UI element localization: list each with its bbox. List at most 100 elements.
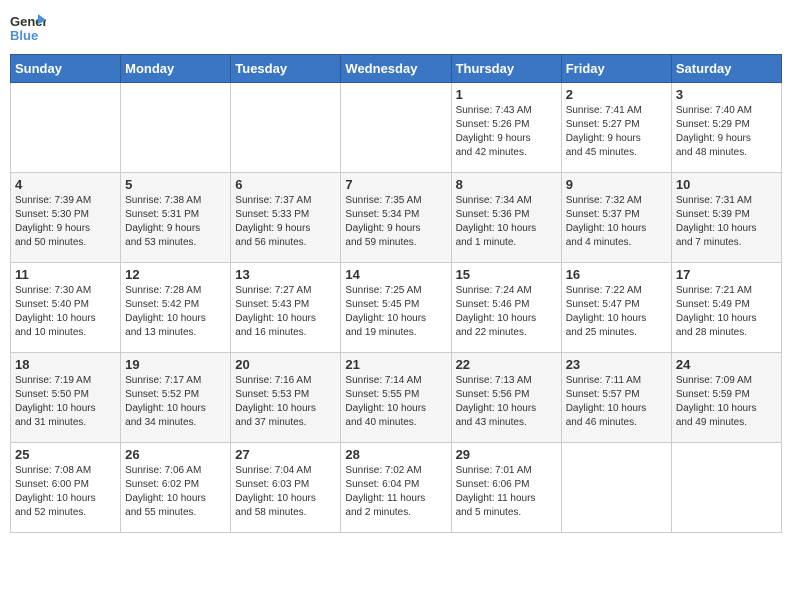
day-info: Sunrise: 7:38 AM Sunset: 5:31 PM Dayligh…	[125, 194, 226, 250]
day-number: 16	[566, 267, 667, 282]
weekday-header-row: SundayMondayTuesdayWednesdayThursdayFrid…	[11, 55, 782, 83]
calendar-week-4: 18 Sunrise: 7:19 AM Sunset: 5:50 PM Dayli…	[11, 353, 782, 443]
day-info: Sunrise: 7:37 AM Sunset: 5:33 PM Dayligh…	[235, 194, 336, 250]
calendar-cell: 1Sunrise: 7:43 AM Sunset: 5:26 PM Daylig…	[451, 83, 561, 173]
day-number: 27	[235, 447, 336, 462]
calendar-week-3: 11Sunrise: 7:30 AM Sunset: 5:40 PM Dayli…	[11, 263, 782, 353]
weekday-header-saturday: Saturday	[671, 55, 781, 83]
calendar-cell: 10 Sunrise: 7:31 AM Sunset: 5:39 PM Dayli…	[671, 173, 781, 263]
calendar-header: SundayMondayTuesdayWednesdayThursdayFrid…	[11, 55, 782, 83]
day-info: Sunrise: 7:35 AM Sunset: 5:34 PM Dayligh…	[345, 194, 446, 250]
calendar-table: SundayMondayTuesdayWednesdayThursdayFrid…	[10, 54, 782, 533]
day-info: Sunrise: 7:08 AM Sunset: 6:00 PM Dayligh…	[15, 464, 116, 520]
day-number: 17	[676, 267, 777, 282]
day-number: 13	[235, 267, 336, 282]
day-info: Sunrise: 7:21 AM Sunset: 5:49 PM Dayligh…	[676, 284, 777, 340]
day-info: Sunrise: 7:28 AM Sunset: 5:42 PM Dayligh…	[125, 284, 226, 340]
calendar-cell	[671, 443, 781, 533]
calendar-cell: 27 Sunrise: 7:04 AM Sunset: 6:03 PM Dayli…	[231, 443, 341, 533]
day-info: Sunrise: 7:11 AM Sunset: 5:57 PM Dayligh…	[566, 374, 667, 430]
day-number: 29	[456, 447, 557, 462]
calendar-cell: 19 Sunrise: 7:17 AM Sunset: 5:52 PM Dayli…	[121, 353, 231, 443]
weekday-header-friday: Friday	[561, 55, 671, 83]
calendar-cell: 12 Sunrise: 7:28 AM Sunset: 5:42 PM Dayli…	[121, 263, 231, 353]
day-number: 9	[566, 177, 667, 192]
day-number: 2	[566, 87, 667, 102]
day-number: 3	[676, 87, 777, 102]
calendar-cell: 21Sunrise: 7:14 AM Sunset: 5:55 PM Dayli…	[341, 353, 451, 443]
day-info: Sunrise: 7:02 AM Sunset: 6:04 PM Dayligh…	[345, 464, 446, 520]
weekday-header-wednesday: Wednesday	[341, 55, 451, 83]
calendar-cell	[11, 83, 121, 173]
day-number: 12	[125, 267, 226, 282]
day-info: Sunrise: 7:41 AM Sunset: 5:27 PM Dayligh…	[566, 104, 667, 160]
day-info: Sunrise: 7:40 AM Sunset: 5:29 PM Dayligh…	[676, 104, 777, 160]
day-number: 14	[345, 267, 446, 282]
calendar-week-1: 1Sunrise: 7:43 AM Sunset: 5:26 PM Daylig…	[11, 83, 782, 173]
day-number: 6	[235, 177, 336, 192]
day-info: Sunrise: 7:06 AM Sunset: 6:02 PM Dayligh…	[125, 464, 226, 520]
calendar-cell: 22 Sunrise: 7:13 AM Sunset: 5:56 PM Dayli…	[451, 353, 561, 443]
day-number: 22	[456, 357, 557, 372]
day-number: 20	[235, 357, 336, 372]
calendar-cell: 9 Sunrise: 7:32 AM Sunset: 5:37 PM Daylig…	[561, 173, 671, 263]
header-area: General Blue	[10, 10, 782, 46]
calendar-cell: 20 Sunrise: 7:16 AM Sunset: 5:53 PM Dayli…	[231, 353, 341, 443]
calendar-cell: 11Sunrise: 7:30 AM Sunset: 5:40 PM Dayli…	[11, 263, 121, 353]
calendar-cell	[561, 443, 671, 533]
calendar-cell: 18 Sunrise: 7:19 AM Sunset: 5:50 PM Dayli…	[11, 353, 121, 443]
calendar-cell	[121, 83, 231, 173]
day-number: 18	[15, 357, 116, 372]
calendar-week-2: 4 Sunrise: 7:39 AM Sunset: 5:30 PM Daylig…	[11, 173, 782, 263]
day-info: Sunrise: 7:09 AM Sunset: 5:59 PM Dayligh…	[676, 374, 777, 430]
day-number: 19	[125, 357, 226, 372]
day-info: Sunrise: 7:17 AM Sunset: 5:52 PM Dayligh…	[125, 374, 226, 430]
day-number: 10	[676, 177, 777, 192]
calendar-cell: 16 Sunrise: 7:22 AM Sunset: 5:47 PM Dayli…	[561, 263, 671, 353]
day-info: Sunrise: 7:19 AM Sunset: 5:50 PM Dayligh…	[15, 374, 116, 430]
logo: General Blue	[10, 10, 46, 46]
calendar-cell: 13Sunrise: 7:27 AM Sunset: 5:43 PM Dayli…	[231, 263, 341, 353]
calendar-week-5: 25 Sunrise: 7:08 AM Sunset: 6:00 PM Dayli…	[11, 443, 782, 533]
day-info: Sunrise: 7:04 AM Sunset: 6:03 PM Dayligh…	[235, 464, 336, 520]
day-number: 25	[15, 447, 116, 462]
calendar-cell: 24 Sunrise: 7:09 AM Sunset: 5:59 PM Dayli…	[671, 353, 781, 443]
day-info: Sunrise: 7:14 AM Sunset: 5:55 PM Dayligh…	[345, 374, 446, 430]
day-info: Sunrise: 7:39 AM Sunset: 5:30 PM Dayligh…	[15, 194, 116, 250]
logo-icon: General Blue	[10, 10, 46, 46]
day-number: 4	[15, 177, 116, 192]
day-number: 24	[676, 357, 777, 372]
calendar-cell: 14 Sunrise: 7:25 AM Sunset: 5:45 PM Dayli…	[341, 263, 451, 353]
calendar-cell: 28 Sunrise: 7:02 AM Sunset: 6:04 PM Dayli…	[341, 443, 451, 533]
day-info: Sunrise: 7:13 AM Sunset: 5:56 PM Dayligh…	[456, 374, 557, 430]
weekday-header-monday: Monday	[121, 55, 231, 83]
day-info: Sunrise: 7:16 AM Sunset: 5:53 PM Dayligh…	[235, 374, 336, 430]
calendar-cell: 17 Sunrise: 7:21 AM Sunset: 5:49 PM Dayli…	[671, 263, 781, 353]
calendar-cell: 15 Sunrise: 7:24 AM Sunset: 5:46 PM Dayli…	[451, 263, 561, 353]
day-number: 7	[345, 177, 446, 192]
day-info: Sunrise: 7:31 AM Sunset: 5:39 PM Dayligh…	[676, 194, 777, 250]
weekday-header-sunday: Sunday	[11, 55, 121, 83]
calendar-cell: 3 Sunrise: 7:40 AM Sunset: 5:29 PM Daylig…	[671, 83, 781, 173]
calendar-cell: 4 Sunrise: 7:39 AM Sunset: 5:30 PM Daylig…	[11, 173, 121, 263]
calendar-cell: 6 Sunrise: 7:37 AM Sunset: 5:33 PM Daylig…	[231, 173, 341, 263]
svg-text:Blue: Blue	[10, 28, 38, 43]
calendar-cell: 7 Sunrise: 7:35 AM Sunset: 5:34 PM Daylig…	[341, 173, 451, 263]
day-number: 26	[125, 447, 226, 462]
calendar-cell	[341, 83, 451, 173]
calendar-cell: 25 Sunrise: 7:08 AM Sunset: 6:00 PM Dayli…	[11, 443, 121, 533]
calendar-body: 1Sunrise: 7:43 AM Sunset: 5:26 PM Daylig…	[11, 83, 782, 533]
calendar-cell: 8Sunrise: 7:34 AM Sunset: 5:36 PM Daylig…	[451, 173, 561, 263]
weekday-header-thursday: Thursday	[451, 55, 561, 83]
day-number: 28	[345, 447, 446, 462]
day-number: 11	[15, 267, 116, 282]
day-info: Sunrise: 7:22 AM Sunset: 5:47 PM Dayligh…	[566, 284, 667, 340]
day-number: 15	[456, 267, 557, 282]
day-info: Sunrise: 7:25 AM Sunset: 5:45 PM Dayligh…	[345, 284, 446, 340]
day-info: Sunrise: 7:01 AM Sunset: 6:06 PM Dayligh…	[456, 464, 557, 520]
day-info: Sunrise: 7:24 AM Sunset: 5:46 PM Dayligh…	[456, 284, 557, 340]
calendar-cell: 23Sunrise: 7:11 AM Sunset: 5:57 PM Dayli…	[561, 353, 671, 443]
day-info: Sunrise: 7:32 AM Sunset: 5:37 PM Dayligh…	[566, 194, 667, 250]
calendar-cell: 26 Sunrise: 7:06 AM Sunset: 6:02 PM Dayli…	[121, 443, 231, 533]
calendar-cell	[231, 83, 341, 173]
